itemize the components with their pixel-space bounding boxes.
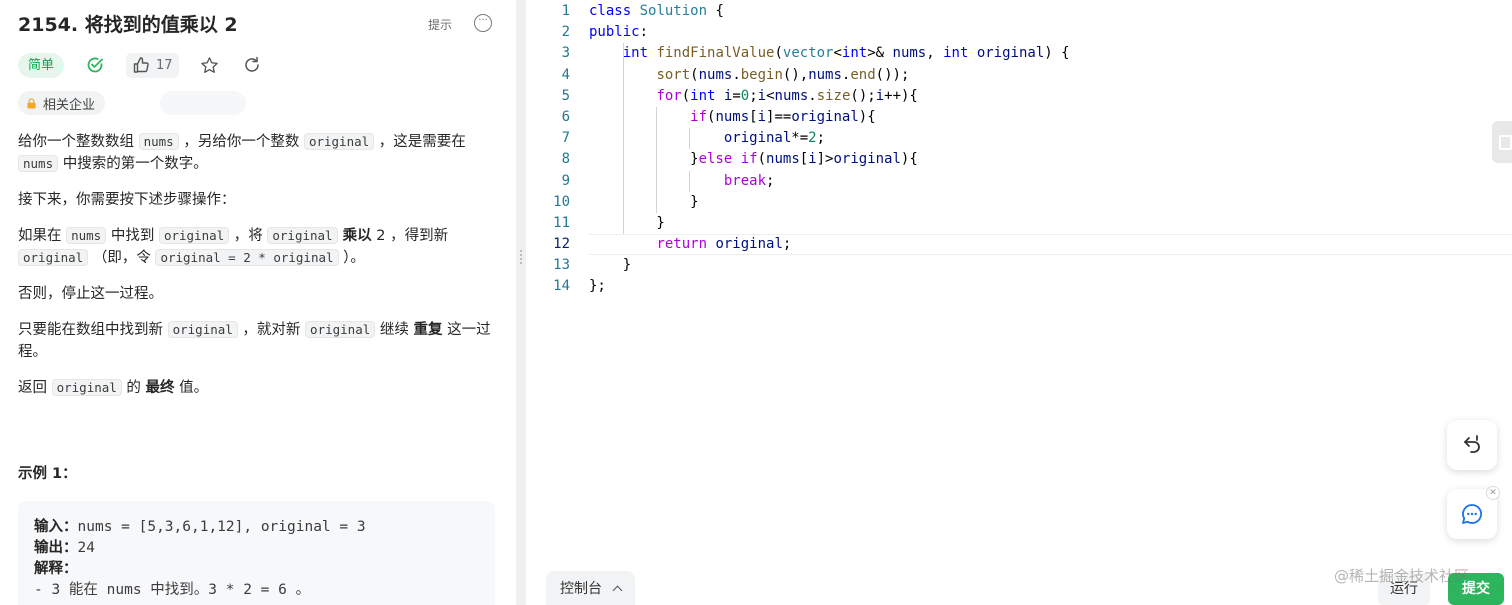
indent-guide [689, 128, 690, 149]
indent-guide [689, 171, 690, 192]
code-line[interactable]: 9 break; [526, 171, 1512, 192]
code-line[interactable]: 8 }else if(nums[i]>original){ [526, 149, 1512, 170]
desc-paragraph-1: 给你一个整数数组 nums ，另给你一个整数 original ，这是需要在 n… [18, 133, 466, 172]
reset-code-button[interactable] [1447, 420, 1497, 470]
hint-button[interactable]: 提示 [428, 16, 452, 33]
problem-description: 给你一个整数数组 nums ，另给你一个整数 original ，这是需要在 n… [18, 131, 496, 413]
side-panel-icon[interactable] [1492, 121, 1512, 163]
panel-splitter[interactable] [516, 0, 526, 605]
code-line[interactable]: 3 int findFinalValue(vector<int>& nums, … [526, 43, 1512, 64]
company-tag[interactable]: 相关企业 [18, 91, 106, 115]
like-button[interactable]: 17 [126, 52, 179, 78]
example-explain-line: - 3 能在 nums 中找到。3 * 2 = 6 。 [34, 582, 311, 598]
problem-title: 2154. 将找到的值乘以 2 [18, 14, 238, 36]
code-line[interactable]: 11 } [526, 213, 1512, 234]
indent-guide [656, 107, 657, 213]
code-line[interactable]: 14}; [526, 276, 1512, 297]
code-line[interactable]: 13 } [526, 255, 1512, 276]
example-title: 示例 1： [18, 466, 77, 482]
star-icon[interactable] [199, 54, 221, 76]
close-icon[interactable]: ✕ [1486, 486, 1500, 500]
code-line[interactable]: 6 if(nums[i]==original){ [526, 107, 1512, 128]
chevron-up-icon [612, 585, 623, 595]
desc-paragraph-5: 只要能在数组中找到新 original ，就对新 original 继续 重复 … [18, 321, 491, 360]
code-lines[interactable]: 1 class Solution { 2 public: 3 int findFin… [526, 1, 1512, 298]
example-output-line: 输出：24 [34, 540, 95, 556]
code-line[interactable]: 7 original*=2; [526, 128, 1512, 149]
problem-panel: 2154. 将找到的值乘以 2 提示 ··· 简单 17 相关企业 给你一个整数… [0, 0, 516, 605]
feedback-chat-icon [1462, 504, 1482, 524]
more-icon[interactable]: ··· [474, 14, 492, 32]
example-box: 输入：nums = [5,3,6,1,12], original = 3 输出：… [18, 501, 495, 605]
code-line[interactable]: 1 class Solution { [526, 1, 1512, 22]
example-explain-label: 解释： [34, 561, 78, 577]
thumbs-up-icon [133, 57, 149, 73]
indent-guide [623, 43, 624, 234]
difficulty-badge: 简单 [18, 52, 65, 78]
title-row: 2154. 将找到的值乘以 2 提示 ··· [18, 12, 498, 38]
code-editor[interactable]: 1 class Solution { 2 public: 3 int findFin… [526, 0, 1512, 605]
desc-paragraph-6: 返回 original 的 最终 值。 [18, 379, 209, 396]
code-line[interactable]: 5 for(int i=0;i<nums.size();i++){ [526, 86, 1512, 107]
code-line[interactable]: 4 sort(nums.begin(),nums.end()); [526, 65, 1512, 86]
watermark: @稀土掘金技术社区 [1334, 567, 1470, 585]
company-label: 相关企业 [43, 97, 96, 113]
console-toggle[interactable]: 控制台 [546, 571, 635, 605]
desc-paragraph-2: 接下来，你需要按下述步骤操作： [18, 192, 236, 208]
meta-row: 简单 17 [18, 52, 263, 78]
desc-paragraph-4: 否则，停止这一过程。 [18, 286, 163, 302]
code-line[interactable]: 10 } [526, 192, 1512, 213]
blurred-tag [160, 91, 246, 115]
console-label: 控制台 [560, 581, 602, 597]
splitter-grip[interactable] [520, 250, 522, 264]
code-line[interactable]: 2 public: [526, 22, 1512, 43]
lock-icon [27, 97, 36, 109]
desc-paragraph-3: 如果在 nums 中找到 original ，将 original 乘以 2 ，… [18, 227, 449, 266]
example-input-line: 输入：nums = [5,3,6,1,12], original = 3 [34, 519, 366, 535]
code-line-current[interactable]: 12 return original; [526, 234, 1512, 256]
refresh-icon[interactable] [241, 54, 263, 76]
reset-code-icon [1464, 435, 1480, 453]
check-circle-icon [84, 54, 106, 76]
like-count: 17 [156, 57, 173, 73]
